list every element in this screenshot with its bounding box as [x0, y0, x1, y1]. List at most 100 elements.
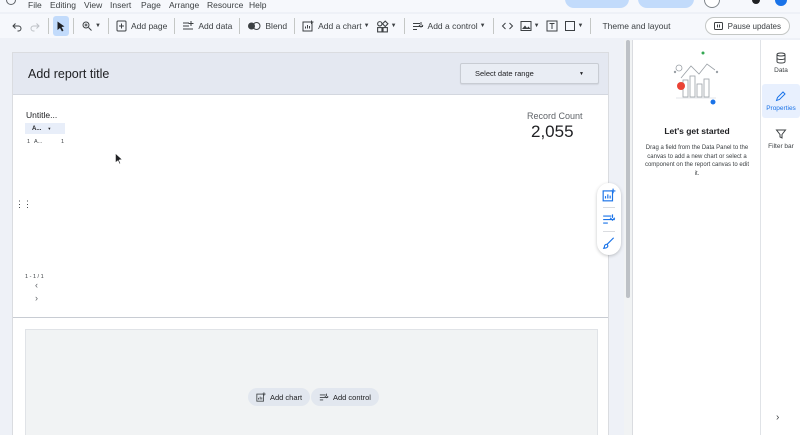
pause-updates-button[interactable]: Pause updates — [704, 17, 790, 35]
page-divider — [13, 317, 608, 318]
avatar[interactable] — [775, 0, 787, 6]
chart-icon — [256, 392, 266, 402]
text-button[interactable] — [543, 16, 561, 36]
undo-button[interactable] — [8, 16, 26, 36]
add-page-label: Add page — [130, 21, 168, 31]
chevron-down-icon: ▼ — [577, 23, 584, 29]
rail-item-properties[interactable]: Properties — [761, 84, 800, 118]
chevron-down-icon: ▼ — [363, 23, 370, 29]
add-data-label: Add data — [198, 21, 233, 31]
report-title[interactable]: Add report title — [28, 67, 109, 81]
blend-button[interactable]: Blend — [244, 16, 290, 36]
pagination-next-icon[interactable]: › — [35, 294, 38, 303]
add-chart-chip-label: Add chart — [270, 392, 303, 402]
share-button[interactable] — [638, 0, 694, 8]
menu-arrange[interactable]: Arrange — [169, 0, 199, 10]
help-icon[interactable] — [704, 0, 720, 8]
scorecard-label: Record Count — [527, 111, 583, 121]
add-chart-icon[interactable] — [602, 188, 616, 202]
image-icon — [520, 21, 532, 31]
scrollbar-thumb[interactable] — [626, 40, 630, 298]
menu-help[interactable]: Help — [249, 0, 266, 10]
toolbar-divider — [73, 18, 74, 34]
toolbar-divider — [239, 18, 241, 34]
pause-updates-label: Pause updates — [727, 21, 781, 31]
drag-handle-icon[interactable]: ⋮⋮ — [15, 200, 32, 209]
menu-resource[interactable]: Resource — [207, 0, 243, 10]
menu-page[interactable]: Page — [141, 0, 161, 10]
pencil-icon — [775, 91, 786, 102]
table-row-index: 1 — [27, 139, 31, 145]
chevron-down-icon: ▼ — [95, 23, 101, 29]
community-viz-button[interactable]: ▼ — [373, 16, 400, 36]
chevron-down-icon: ▼ — [579, 71, 584, 77]
add-data-icon — [183, 21, 194, 30]
menu-view[interactable]: View — [84, 0, 102, 10]
rail-item-filter-bar[interactable]: Filter bar — [761, 122, 800, 156]
blend-label: Blend — [265, 21, 288, 31]
rail-item-data[interactable]: Data — [761, 46, 800, 80]
report-page[interactable]: Add report title Select date range ▼ Unt… — [12, 52, 621, 435]
menu-editing[interactable]: Editing — [50, 0, 76, 10]
pagination-prev-icon[interactable]: ‹ — [35, 281, 38, 290]
getting-started-illustration — [673, 51, 719, 105]
chart-icon — [302, 20, 314, 32]
date-range-control[interactable]: Select date range ▼ — [460, 63, 599, 84]
zoom-button[interactable]: ▼ — [78, 16, 104, 36]
toolbar-divider — [590, 18, 592, 34]
toolbar-divider — [403, 18, 405, 34]
quick-actions-bar — [597, 183, 621, 255]
menu-insert[interactable]: Insert — [110, 0, 131, 10]
canvas-scrollbar[interactable] — [624, 40, 632, 435]
add-control-chip-label: Add control — [333, 392, 371, 402]
code-icon — [501, 22, 513, 30]
select-tool-button[interactable] — [53, 16, 69, 36]
add-control-chip[interactable]: Add control — [311, 388, 379, 406]
add-chart-button[interactable]: Add a chart ▼ — [299, 16, 372, 36]
report-header[interactable]: Add report title Select date range ▼ — [13, 53, 608, 95]
add-chart-chip[interactable]: Add chart — [248, 388, 311, 406]
table-cell-dimension: A... — [34, 139, 43, 145]
theme-layout-button[interactable]: Theme and layout — [595, 16, 673, 36]
add-control-label: Add a control — [427, 21, 478, 31]
properties-panel: Let's get started Drag a field from the … — [632, 40, 760, 435]
theme-layout-label: Theme and layout — [602, 21, 671, 31]
quick-actions-divider — [603, 207, 615, 208]
image-button[interactable]: ▼ — [517, 16, 543, 36]
control-icon — [319, 393, 329, 401]
add-control-icon[interactable] — [602, 212, 616, 226]
database-icon — [776, 52, 786, 64]
reset-button[interactable] — [565, 0, 629, 8]
toolbar-divider — [48, 18, 49, 34]
add-control-button[interactable]: Add a control ▼ — [409, 16, 489, 36]
menu-file[interactable]: File — [28, 0, 42, 10]
brush-icon[interactable] — [602, 236, 616, 250]
embed-button[interactable] — [498, 16, 517, 36]
table-cell-metric: 1 — [61, 139, 65, 145]
cursor-icon — [57, 21, 65, 31]
report-canvas[interactable]: Add report title Select date range ▼ Unt… — [0, 40, 624, 435]
rail-item-filter-bar-label: Filter bar — [768, 143, 794, 150]
shape-button[interactable]: ▼ — [561, 16, 587, 36]
menu-bar: File Editing View Insert Page Arrange Re… — [0, 0, 800, 12]
blend-icon — [248, 22, 261, 30]
app-logo-icon — [6, 0, 16, 5]
filter-icon — [775, 129, 787, 139]
panel-description: Drag a field from the Data Panel to the … — [644, 145, 750, 177]
add-page-button[interactable]: Add page — [113, 16, 170, 36]
undo-icon — [12, 23, 22, 32]
add-data-button[interactable]: Add data — [179, 16, 235, 36]
chevron-right-icon[interactable]: › — [776, 412, 779, 423]
zoom-icon — [82, 21, 92, 31]
toolbar-divider — [174, 18, 176, 34]
table-column-label: A... — [32, 125, 42, 132]
community-viz-icon — [376, 19, 389, 32]
text-icon — [546, 20, 558, 32]
redo-button[interactable] — [26, 16, 44, 36]
table-column-header[interactable]: A... ▼ — [25, 123, 65, 134]
pause-icon — [713, 22, 723, 30]
rail-item-properties-label: Properties — [766, 105, 796, 112]
apps-icon[interactable] — [752, 0, 760, 4]
chevron-down-icon: ▼ — [533, 23, 540, 29]
empty-page-area[interactable] — [25, 329, 598, 435]
